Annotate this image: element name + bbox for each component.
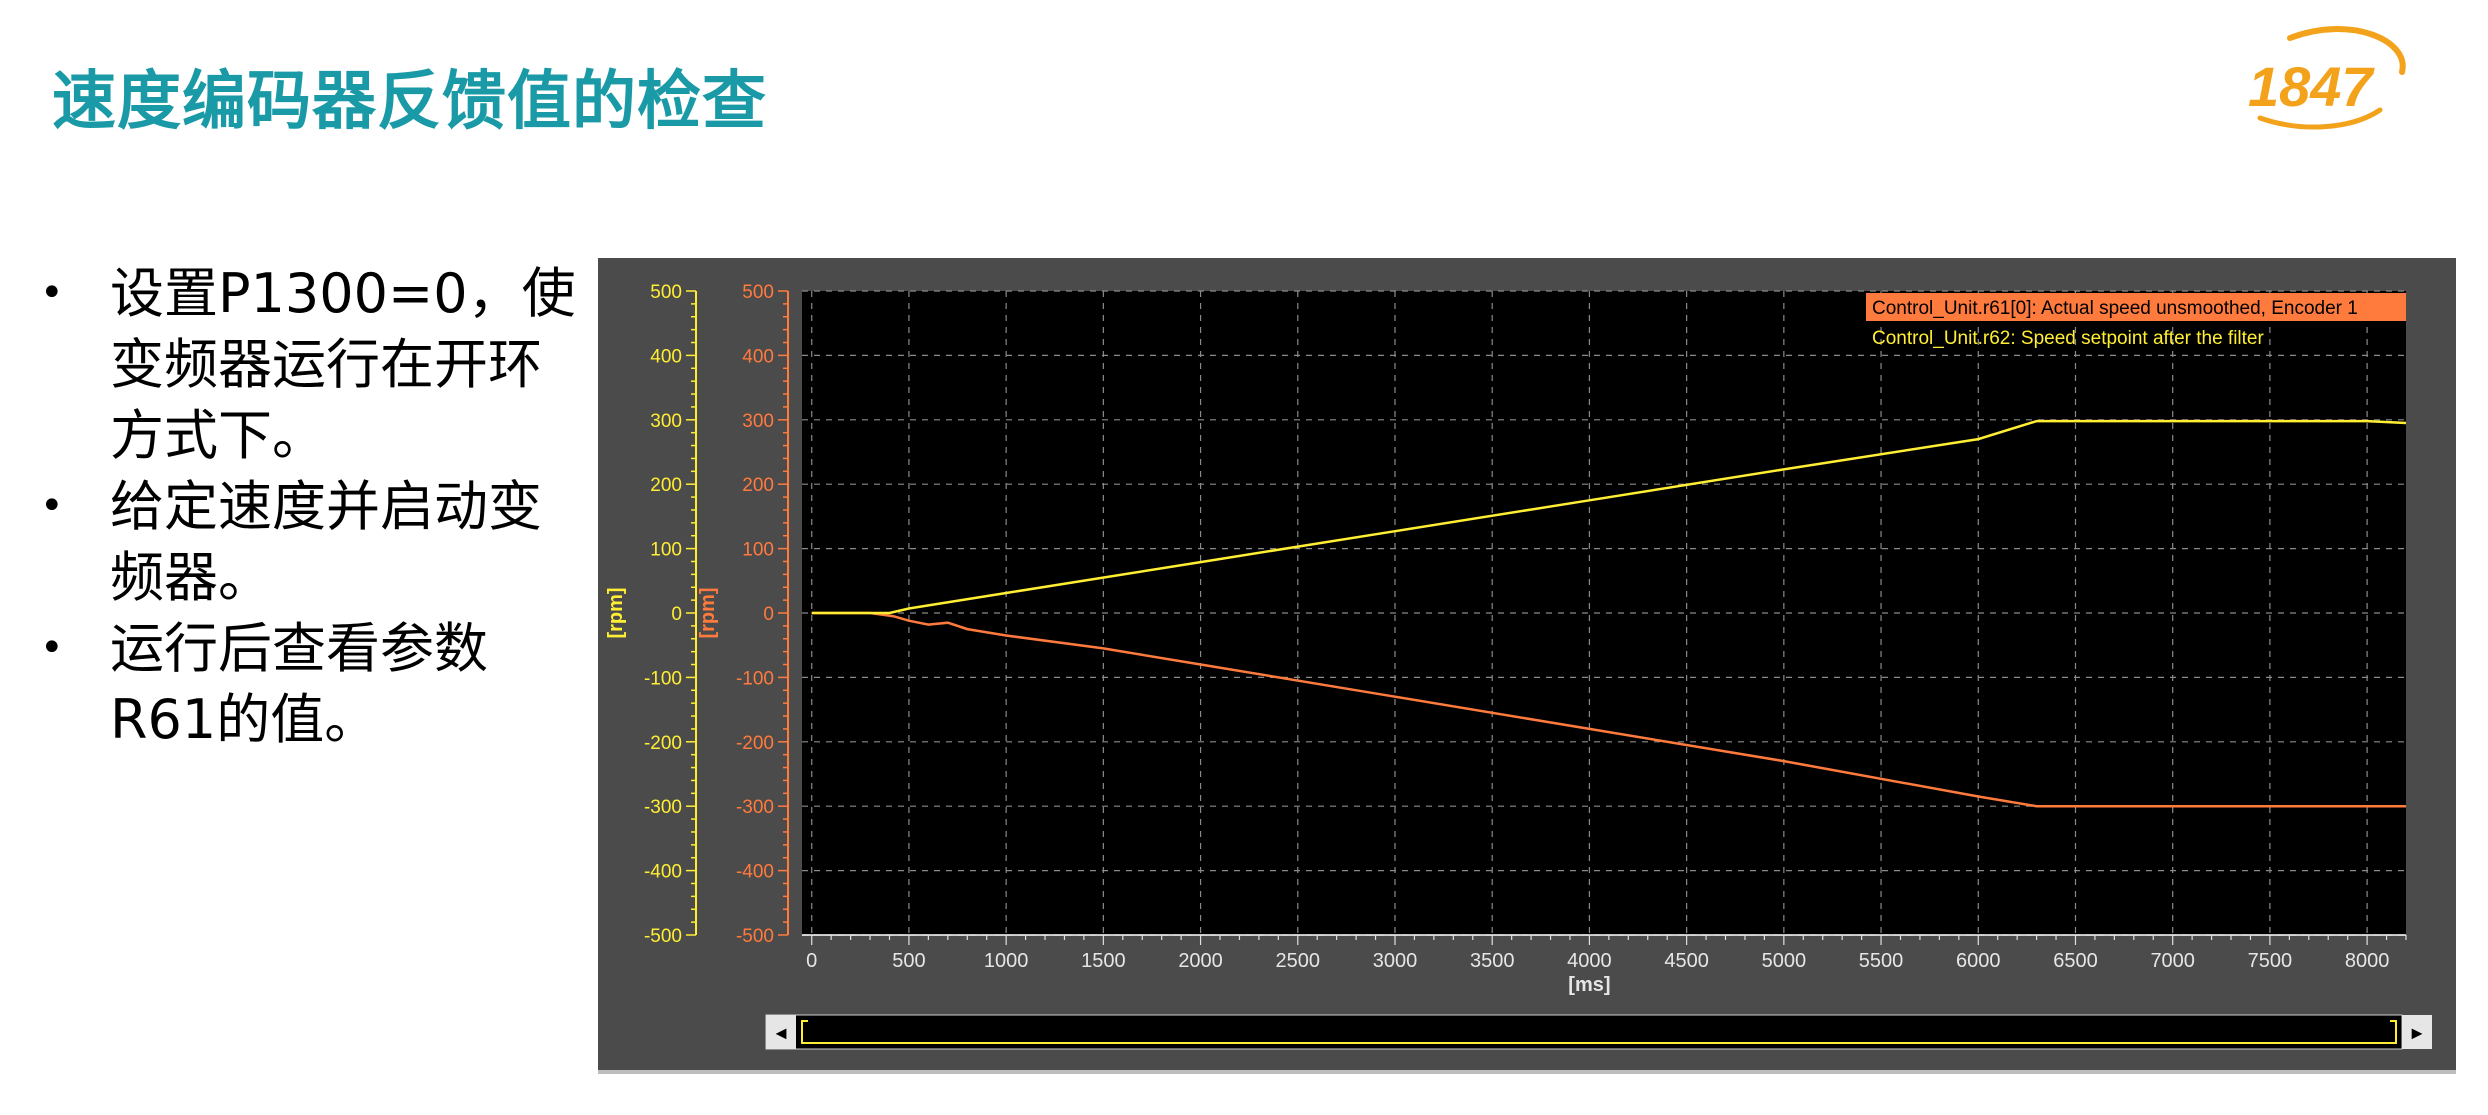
- x-tick-label: 0: [806, 950, 817, 972]
- y-tick-label: 100: [650, 540, 682, 561]
- x-tick-label: 6000: [1956, 950, 2001, 972]
- x-tick-label: 4000: [1567, 950, 1612, 972]
- x-tick-label: 7500: [2248, 950, 2293, 972]
- logo-text: 1847: [2248, 55, 2375, 118]
- logo-1847: 1847: [2248, 26, 2406, 130]
- y-axis-unit-label: [rpm]: [697, 587, 719, 638]
- bullet-line: 方式下。: [110, 404, 326, 467]
- y-tick-label: 200: [650, 475, 682, 496]
- y-tick-label: 400: [650, 346, 682, 367]
- y-tick-label: -300: [644, 797, 682, 818]
- y-tick-label: -100: [644, 668, 682, 689]
- x-tick-label: 8000: [2345, 950, 2390, 972]
- y-tick-label: -500: [736, 926, 774, 947]
- y-tick-label: 400: [742, 346, 774, 367]
- y-tick-label: -200: [736, 733, 774, 754]
- y-tick-label: 200: [742, 475, 774, 496]
- bullet-line: 设置P1300=0，使: [110, 262, 576, 325]
- x-tick-label: 5000: [1762, 950, 1807, 972]
- y-tick-label: 300: [742, 411, 774, 432]
- x-tick-label: 2000: [1178, 950, 1223, 972]
- scroll-right-icon: ►: [2408, 1023, 2426, 1043]
- bullet-item: • 运行后查看参数 R61的值。: [38, 613, 598, 755]
- x-tick-label: 5500: [1859, 950, 1904, 972]
- bullet-dot: •: [40, 483, 64, 529]
- bullet-line: 频器。: [110, 546, 272, 609]
- x-axis-label: [ms]: [1568, 974, 1610, 996]
- x-tick-label: 3000: [1373, 950, 1418, 972]
- x-tick-label: 1500: [1081, 950, 1126, 972]
- x-tick-label: 7000: [2150, 950, 2195, 972]
- y-tick-label: -200: [644, 733, 682, 754]
- slide-title: 速度编码器反馈值的检查: [52, 65, 767, 139]
- y-tick-label: 0: [763, 604, 774, 625]
- y-tick-label: -500: [644, 926, 682, 947]
- y-tick-label: -300: [736, 797, 774, 818]
- y-tick-label: 0: [671, 604, 682, 625]
- y-axis-unit-label: [rpm]: [605, 587, 627, 638]
- trace-panel: 500 400 300 200 100 0 -100 -200 -300 -400 -500 [rpm…: [598, 258, 2456, 1074]
- legend-entry-speed-setpoint: Control_Unit.r62: Speed setpoint after t…: [1872, 328, 2265, 349]
- bullet-dot: •: [40, 270, 64, 316]
- y-tick-label: 100: [742, 540, 774, 561]
- bullet-line: 运行后查看参数: [110, 617, 488, 680]
- x-tick-label: 4500: [1664, 950, 1709, 972]
- x-tick-label: 6500: [2053, 950, 2098, 972]
- x-tick-label: 1000: [984, 950, 1029, 972]
- legend-entry-actual-speed: Control_Unit.r61[0]: Actual speed unsmoo…: [1872, 298, 2358, 319]
- y-tick-label: -400: [736, 862, 774, 883]
- x-tick-label: 2500: [1276, 950, 1321, 972]
- x-tick-label: 500: [892, 950, 925, 972]
- bullet-item: • 设置P1300=0，使 变频器运行在开环 方式下。: [38, 258, 598, 471]
- bullet-line: 给定速度并启动变: [110, 475, 542, 538]
- y-tick-label: -400: [644, 862, 682, 883]
- y-tick-label: -100: [736, 668, 774, 689]
- bullet-dot: •: [40, 625, 64, 671]
- y-tick-label: 300: [650, 411, 682, 432]
- bullet-list: • 设置P1300=0，使 变频器运行在开环 方式下。 • 给定速度并启动变 频…: [38, 258, 598, 755]
- y-tick-label: 500: [650, 282, 682, 303]
- bullet-line: 变频器运行在开环: [110, 333, 542, 396]
- x-tick-label: 3500: [1470, 950, 1515, 972]
- trace-chart: 5004003002001000-100-200-300-400-500[rpm…: [605, 282, 2432, 1050]
- y-tick-label: 500: [742, 282, 774, 303]
- bullet-item: • 给定速度并启动变 频器。: [38, 471, 598, 613]
- scroll-left-icon: ◄: [772, 1023, 790, 1043]
- bullet-line: R61的值。: [110, 688, 379, 751]
